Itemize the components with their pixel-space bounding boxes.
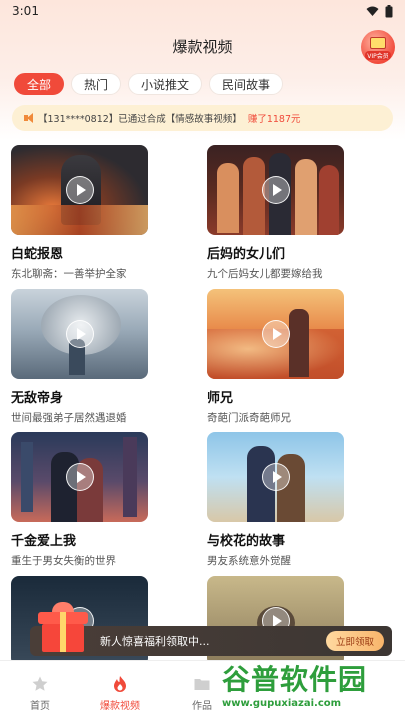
video-card[interactable]: 师兄 奇葩门派奇葩师兄 [207,289,344,425]
folder-icon [194,679,210,690]
video-thumbnail[interactable] [11,432,148,522]
home-icon [32,676,48,691]
watermark: 谷普软件园 www.gupuxiazai.com [222,664,402,716]
play-icon [65,176,94,204]
video-subtitle: 重生于男女失衡的世界 [11,555,116,567]
play-icon [261,463,290,491]
video-card[interactable]: 与校花的故事 男友系统意外觉醒 [207,432,344,568]
tab-all[interactable]: 全部 [14,73,65,95]
tab-novel[interactable]: 小说推文 [128,73,203,95]
tab-hot[interactable]: 热门 [71,73,122,95]
play-icon [65,320,94,348]
page-header: 爆款视频 VIP会员 [0,28,405,64]
video-card[interactable]: 无敌帝身 世间最强弟子居然遇退婚 [11,289,148,425]
nav-home[interactable]: 首页 [10,675,70,712]
video-subtitle: 东北聊斋：一善举护全家 [11,268,127,280]
video-thumbnail[interactable] [11,289,148,379]
play-icon [261,176,290,204]
category-tabs: 全部 热门 小说推文 民间故事 [14,73,284,95]
vip-gift-icon [370,36,386,49]
video-card[interactable]: 白蛇报恩 东北聊斋：一善举护全家 [11,145,148,281]
nav-works-label: 作品 [192,701,212,712]
notice-text: 【131****0812】已通过合成【情感故事视频】 [38,114,242,125]
video-thumbnail[interactable] [11,145,148,235]
battery-icon [385,4,393,17]
vip-button[interactable]: VIP会员 [361,30,395,64]
video-title: 后妈的女儿们 [207,247,286,262]
promo-text: 新人惊喜福利领取中... [100,635,210,648]
page-title: 爆款视频 [172,37,233,56]
video-subtitle: 世间最强弟子居然遇退婚 [11,412,127,424]
watermark-text: 谷普软件园 [222,663,368,696]
notice-bar: 【131****0812】已通过合成【情感故事视频】 赚了1187元 [12,105,393,131]
play-icon [261,320,290,348]
video-subtitle: 奇葩门派奇葩师兄 [207,412,291,424]
video-subtitle: 男友系统意外觉醒 [207,555,291,567]
video-title: 与校花的故事 [207,534,286,549]
video-title: 千金爱上我 [11,534,77,549]
speaker-icon [24,113,34,123]
gift-icon[interactable] [34,600,92,652]
video-card[interactable]: 千金爱上我 重生于男女失衡的世界 [11,432,148,568]
status-bar: 3:01 [0,0,405,22]
claim-button[interactable]: 立即领取 [325,631,384,651]
video-title: 无敌帝身 [11,391,64,406]
nav-home-label: 首页 [30,701,50,712]
watermark-url: www.gupuxiazai.com [222,698,342,709]
nav-videos-label: 爆款视频 [100,701,140,712]
status-time: 3:01 [12,4,39,18]
video-thumbnail[interactable] [207,145,344,235]
video-thumbnail[interactable] [207,432,344,522]
video-title: 白蛇报恩 [11,247,64,262]
wifi-icon [366,6,379,16]
status-icons [366,4,393,18]
vip-label: VIP会员 [365,50,391,60]
notice-earn: 赚了1187元 [247,114,301,125]
video-subtitle: 九个后妈女儿都要嫁给我 [207,268,323,280]
video-thumbnail[interactable] [207,289,344,379]
nav-videos[interactable]: 爆款视频 [90,675,150,712]
fire-icon [114,676,126,692]
play-icon [65,463,94,491]
video-card[interactable]: 后妈的女儿们 九个后妈女儿都要嫁给我 [207,145,344,281]
video-title: 师兄 [207,391,234,406]
tab-folk[interactable]: 民间故事 [209,73,284,95]
